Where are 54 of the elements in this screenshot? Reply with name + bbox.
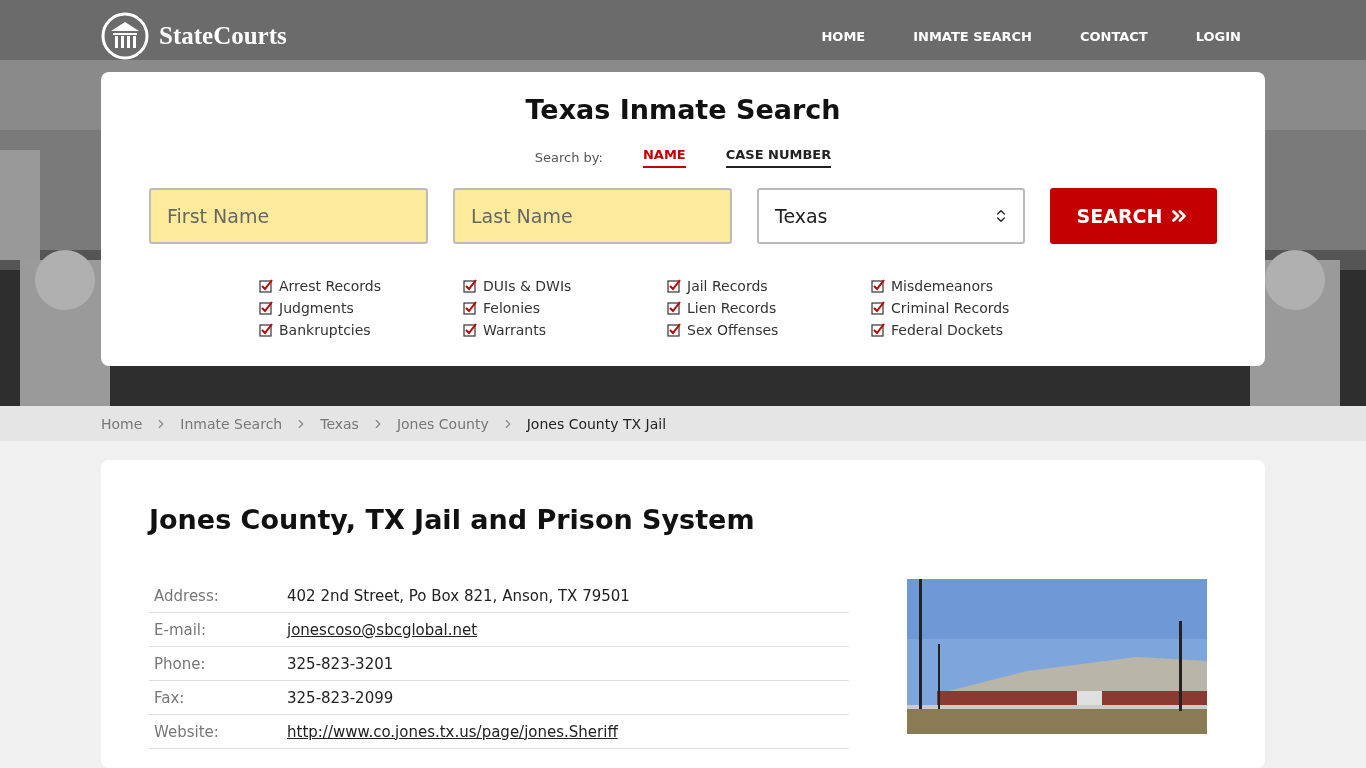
search-title: Texas Inmate Search <box>524 94 842 125</box>
nav-link[interactable]: HOME <box>821 28 866 44</box>
breadcrumb-link[interactable]: Inmate Search <box>180 415 283 432</box>
option-label: Misdemeanors <box>891 278 994 294</box>
checked-checkbox-icon[interactable] <box>463 301 477 315</box>
detail-label: Website: <box>153 722 220 741</box>
checked-checkbox-icon[interactable] <box>667 323 681 337</box>
detail-label: Phone: <box>153 654 207 673</box>
search-by-label: Search by: <box>534 150 603 165</box>
checked-checkbox-icon[interactable] <box>259 323 273 337</box>
checked-checkbox-icon[interactable] <box>871 301 885 315</box>
state-select[interactable]: Texas <box>757 188 1025 244</box>
first-name-field[interactable]: First Name <box>149 188 428 244</box>
option-label: Bankruptcies <box>279 322 371 338</box>
nav-link[interactable]: LOGIN <box>1195 28 1241 44</box>
breadcrumb-link[interactable]: Texas <box>320 415 359 432</box>
detail-label: E-mail: <box>153 620 208 639</box>
nav-link[interactable]: INMATE SEARCH <box>913 28 1032 44</box>
option-label: Judgments <box>279 300 354 316</box>
page-title: Jones County, TX Jail and Prison System <box>149 504 756 535</box>
option-label: Warrants <box>483 322 547 338</box>
site-logo-text[interactable]: StateCourts <box>159 22 287 50</box>
detail-link[interactable]: http://www.co.jones.tx.us/page/jones.Sheriff <box>287 722 618 741</box>
detail-value: 325-823-3201 <box>287 654 394 673</box>
option-label: Jail Records <box>687 278 768 294</box>
search-tab[interactable]: CASE NUMBER <box>725 147 832 168</box>
option-label: Arrest Records <box>279 278 382 294</box>
option-label: Criminal Records <box>891 300 1010 316</box>
courthouse-logo-icon[interactable] <box>101 12 149 60</box>
search-tab[interactable]: NAME <box>642 147 686 168</box>
option-label: DUIs & DWIs <box>483 278 572 294</box>
checked-checkbox-icon[interactable] <box>667 301 681 315</box>
checked-checkbox-icon[interactable] <box>871 323 885 337</box>
last-name-field[interactable]: Last Name <box>453 188 732 244</box>
detail-value: 402 2nd Street, Po Box 821, Anson, TX 79501 <box>287 586 630 605</box>
search-button[interactable]: SEARCH <box>1050 188 1217 244</box>
option-label: Sex Offenses <box>687 322 779 338</box>
checked-checkbox-icon[interactable] <box>667 279 681 293</box>
detail-label: Fax: <box>153 688 186 707</box>
option-label: Lien Records <box>687 300 777 316</box>
breadcrumb-link[interactable]: Jones County TX Jail <box>526 415 667 432</box>
breadcrumb-link[interactable]: Jones County <box>396 415 489 432</box>
checked-checkbox-icon[interactable] <box>463 279 477 293</box>
detail-value: 325-823-2099 <box>287 688 394 707</box>
option-label: Felonies <box>483 300 541 316</box>
checked-checkbox-icon[interactable] <box>463 323 477 337</box>
checked-checkbox-icon[interactable] <box>259 279 273 293</box>
breadcrumb-link[interactable]: Home <box>101 415 143 432</box>
nav-link[interactable]: CONTACT <box>1079 28 1148 44</box>
option-label: Federal Dockets <box>891 322 1004 338</box>
detail-link[interactable]: jonescoso@sbcglobal.net <box>287 620 478 639</box>
checked-checkbox-icon[interactable] <box>871 279 885 293</box>
checked-checkbox-icon[interactable] <box>259 301 273 315</box>
detail-label: Address: <box>153 586 220 605</box>
